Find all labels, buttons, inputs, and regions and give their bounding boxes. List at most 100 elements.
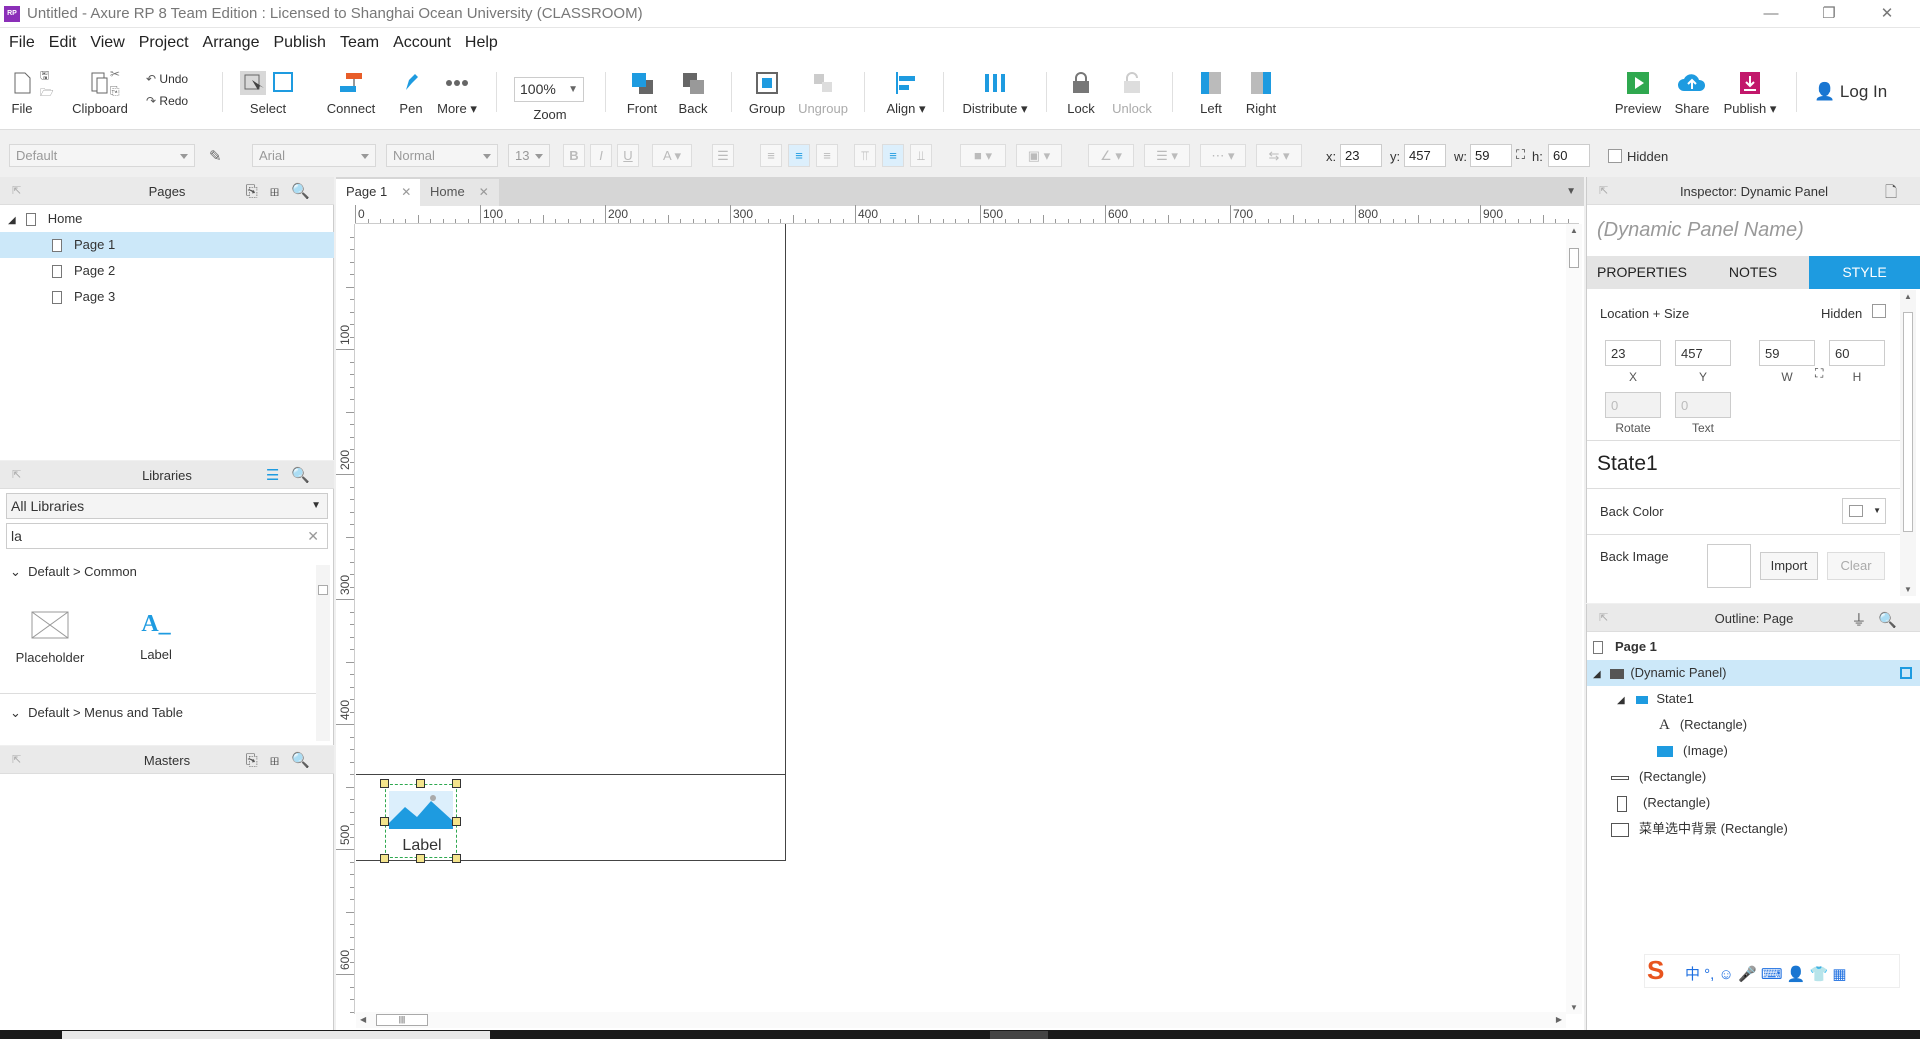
selected-image-widget[interactable]: Label (385, 784, 457, 858)
menu-view[interactable]: View (83, 28, 131, 58)
ime-toolbar[interactable]: S 中 °, ☺ 🎤 ⌨ 👤 👕 ▦ (1644, 954, 1900, 988)
dynamic-panel-frame[interactable] (356, 224, 786, 861)
page-item-home[interactable]: ◢ Home (0, 206, 334, 232)
zoom-select[interactable]: 100% ▼ (514, 77, 584, 102)
font-size-select[interactable]: 13 (508, 144, 550, 167)
back-button[interactable]: Back (676, 70, 710, 116)
y-field[interactable]: 457 (1404, 144, 1446, 167)
resize-handle[interactable] (416, 779, 425, 788)
line-style-icon[interactable]: ⋯ ▾ (1200, 144, 1246, 167)
resize-handle[interactable] (452, 779, 461, 788)
align-text-left-icon[interactable]: ≡ (760, 144, 782, 167)
restore-button[interactable]: ❐ (1806, 2, 1852, 26)
edit-style-icon[interactable]: ✎ (209, 147, 222, 165)
menu-file[interactable]: File (0, 28, 42, 58)
align-text-right-icon[interactable]: ≡ (816, 144, 838, 167)
menu-account[interactable]: Account (386, 28, 458, 58)
outline-item-state1[interactable]: ◢ State1 (1587, 686, 1920, 712)
preview-button[interactable]: Preview (1614, 70, 1662, 116)
rotate-field[interactable]: 0 (1605, 392, 1661, 418)
ime-icons[interactable]: 中 °, ☺ 🎤 ⌨ 👤 👕 ▦ (1685, 963, 1847, 984)
menu-arrange[interactable]: Arrange (196, 28, 267, 58)
libraries-scrollbar[interactable] (316, 565, 330, 741)
resize-handle[interactable] (452, 817, 461, 826)
placeholder-widget[interactable]: Placeholder (12, 611, 88, 665)
outline-item-rectangle-2[interactable]: (Rectangle) (1587, 790, 1920, 816)
canvas-vertical-scrollbar[interactable]: ▲ ▼ (1566, 224, 1582, 1014)
left-button[interactable]: Left (1196, 70, 1226, 116)
library-group-common[interactable]: ⌄ Default > Common (10, 564, 137, 580)
visibility-toggle-icon[interactable] (1900, 667, 1912, 679)
login-button[interactable]: 👤 Log In (1814, 82, 1887, 102)
page-item-page2[interactable]: Page 2 (0, 258, 334, 284)
x-field[interactable]: 23 (1340, 144, 1382, 167)
close-window-button[interactable]: ✕ (1864, 2, 1910, 26)
outline-item-menu-bg-rectangle[interactable]: 菜单选中背景 (Rectangle) (1587, 816, 1920, 842)
import-button[interactable]: Import (1760, 552, 1818, 580)
underline-icon[interactable]: U (617, 144, 639, 167)
style-select[interactable]: Default (9, 144, 195, 167)
font-select[interactable]: Arial (252, 144, 376, 167)
menu-publish[interactable]: Publish (266, 28, 332, 58)
menu-edit[interactable]: Edit (42, 28, 84, 58)
italic-icon[interactable]: I (590, 144, 612, 167)
inspector-w-field[interactable]: 59 (1759, 340, 1815, 366)
clear-button[interactable]: Clear (1827, 552, 1885, 580)
outline-item-image[interactable]: (Image) (1587, 738, 1920, 764)
line-color-icon[interactable]: ∠ ▾ (1088, 144, 1134, 167)
tab-properties[interactable]: PROPERTIES (1587, 256, 1697, 289)
align-top-icon[interactable]: ⫪ (854, 144, 876, 167)
w-field[interactable]: 59 (1470, 144, 1512, 167)
library-group-menus[interactable]: ⌄ Default > Menus and Table (10, 705, 183, 721)
tab-style[interactable]: STYLE (1809, 256, 1920, 289)
align-button[interactable]: Align ▾ (884, 70, 928, 117)
distribute-button[interactable]: Distribute ▾ (962, 70, 1028, 117)
resize-handle[interactable] (380, 817, 389, 826)
menu-team[interactable]: Team (333, 28, 386, 58)
inspector-x-field[interactable]: 23 (1605, 340, 1661, 366)
unlock-button[interactable]: Unlock (1110, 70, 1154, 116)
inspector-scrollbar[interactable]: ▲ ▼ (1900, 290, 1916, 596)
inspector-y-field[interactable]: 457 (1675, 340, 1731, 366)
outline-root-page[interactable]: Page 1 (1587, 634, 1920, 660)
right-button[interactable]: Right (1244, 70, 1278, 116)
resize-handle[interactable] (380, 779, 389, 788)
publish-button[interactable]: Publish ▾ (1722, 70, 1778, 117)
outline-item-rectangle-1[interactable]: (Rectangle) (1587, 764, 1920, 790)
page-item-page1[interactable]: Page 1 (0, 232, 334, 258)
constrain-proportions-icon[interactable]: ⛶ (1815, 366, 1823, 381)
bullet-list-icon[interactable]: ☰ (712, 144, 734, 167)
arrow-style-icon[interactable]: ⇆ ▾ (1256, 144, 1302, 167)
share-button[interactable]: Share (1672, 70, 1712, 116)
line-width-icon[interactable]: ☰ ▾ (1144, 144, 1190, 167)
resize-handle[interactable] (452, 854, 461, 863)
bold-icon[interactable]: B (563, 144, 585, 167)
inspector-hidden-checkbox[interactable] (1872, 304, 1886, 318)
menu-project[interactable]: Project (132, 28, 196, 58)
redo-button[interactable]: ↷ Redo (146, 90, 188, 112)
minimize-button[interactable]: — (1748, 2, 1794, 26)
weight-select[interactable]: Normal (386, 144, 498, 167)
resize-handle[interactable] (416, 854, 425, 863)
tab-page1[interactable]: Page 1 ✕ (336, 179, 422, 206)
align-text-center-icon[interactable]: ≡ (788, 144, 810, 167)
undo-button[interactable]: ↶ Undo (146, 68, 188, 90)
library-select[interactable]: All Libraries ▼ (6, 493, 328, 519)
pages-header-icons[interactable]: ⎘⊞🔍 (246, 182, 322, 200)
dynamic-panel-name-field[interactable]: (Dynamic Panel Name) (1597, 219, 1804, 242)
inspector-h-field[interactable]: 60 (1829, 340, 1885, 366)
connect-button[interactable]: Connect (324, 70, 378, 116)
constrain-proportions-icon[interactable]: ⛶ (1516, 147, 1525, 163)
select-button[interactable]: Select (233, 70, 303, 116)
page-item-page3[interactable]: Page 3 (0, 284, 334, 310)
align-bottom-icon[interactable]: ⫫ (910, 144, 932, 167)
masters-header-icons[interactable]: ⎘⊞🔍 (246, 751, 322, 769)
menu-help[interactable]: Help (458, 28, 505, 58)
tab-notes[interactable]: NOTES (1697, 256, 1809, 289)
outline-header-icons[interactable]: ⏚🔍 (1851, 609, 1909, 630)
text-rotate-field[interactable]: 0 (1675, 392, 1731, 418)
libraries-header-icons[interactable]: ☰🔍 (266, 466, 322, 484)
save-open-icons[interactable]: 🖫 🗁 (40, 68, 54, 102)
pen-button[interactable]: Pen (394, 70, 428, 116)
canvas-horizontal-scrollbar[interactable]: ◀ ||| ▶ (356, 1012, 1566, 1028)
